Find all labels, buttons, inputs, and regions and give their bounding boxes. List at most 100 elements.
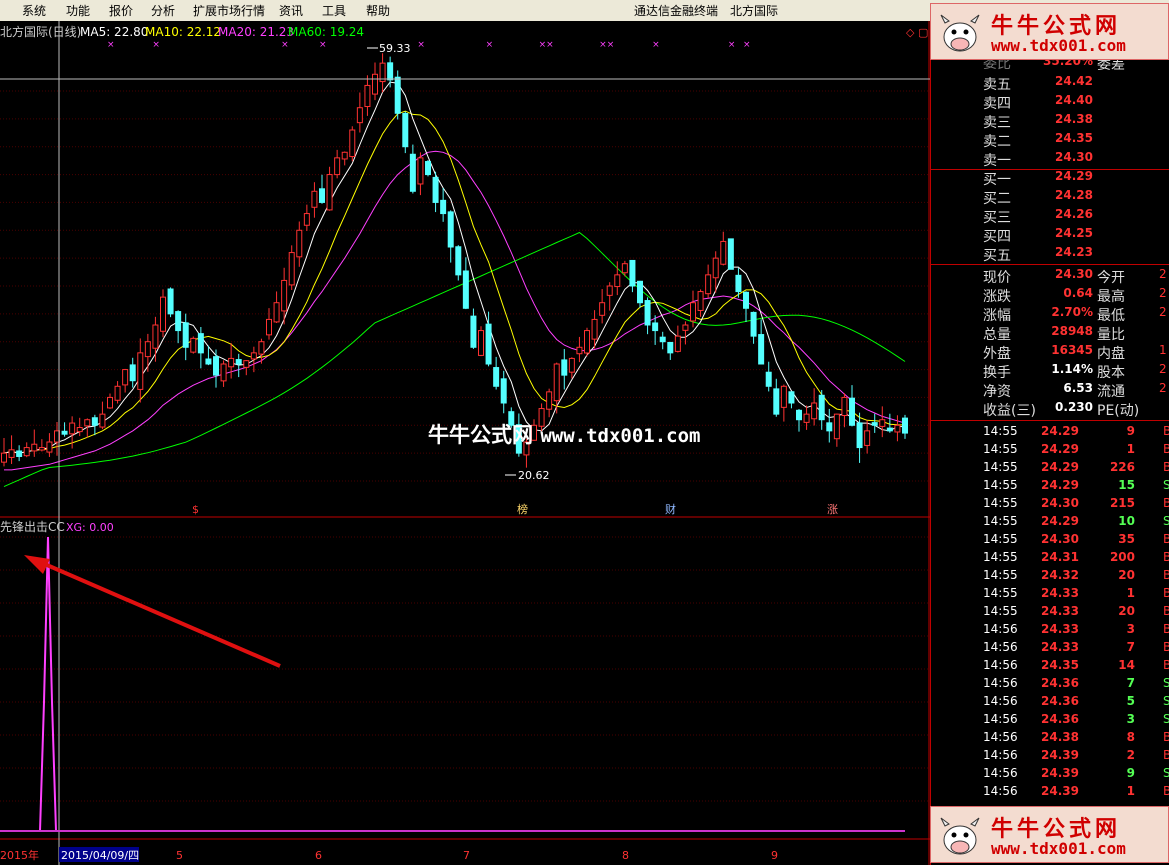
candle-body — [182, 322, 189, 348]
candle-body — [553, 363, 560, 402]
trade-time: 14:55 — [983, 568, 1018, 582]
trade-time: 14:56 — [983, 748, 1018, 762]
candle-body — [394, 76, 401, 114]
candle-body — [818, 394, 825, 421]
candle-body — [864, 430, 871, 446]
cow-logo-icon — [940, 14, 980, 52]
candle-body — [409, 153, 416, 192]
candle-body — [91, 417, 98, 426]
candle-body — [160, 296, 166, 332]
candle-body — [561, 359, 568, 376]
menu-item-analysis[interactable]: 分析 — [151, 2, 175, 19]
trade-time: 14:56 — [983, 712, 1018, 726]
menu-item-extended-market[interactable]: 扩展市场行情 — [193, 2, 265, 19]
candle-body — [372, 73, 378, 95]
trade-volume: 1 — [1126, 442, 1135, 456]
trade-volume: 20 — [1118, 604, 1135, 618]
ask-row: 卖三 24.38 — [931, 111, 1169, 131]
candle-body — [349, 129, 356, 158]
candle-body — [697, 291, 704, 311]
menu-item-quote[interactable]: 报价 — [109, 2, 133, 19]
candle-body — [205, 358, 212, 365]
trade-volume: 1 — [1126, 784, 1135, 798]
trade-flag: B — [1163, 568, 1169, 582]
trade-flag: B — [1163, 622, 1169, 636]
ma10-label: MA10: 22.12 — [145, 25, 221, 39]
menu-item-system[interactable]: 系统 — [22, 2, 46, 19]
menu-item-news[interactable]: 资讯 — [279, 2, 303, 19]
candle-body — [122, 369, 129, 386]
candle-body — [773, 388, 780, 415]
trade-time: 14:55 — [983, 460, 1018, 474]
candle-body — [644, 300, 651, 326]
signal-x-marker: × — [319, 40, 327, 50]
candle-body — [447, 211, 454, 248]
trade-flag: B — [1163, 586, 1169, 600]
trade-row: 14:56 24.39 1 B — [931, 782, 1169, 801]
bid-row: 买一 24.29 — [931, 168, 1169, 188]
trade-price: 24.29 — [1041, 460, 1079, 474]
menu-item-help[interactable]: 帮助 — [366, 2, 390, 19]
signal-x-marker: × — [546, 40, 554, 50]
trade-volume: 3 — [1126, 622, 1135, 636]
candle-body — [849, 397, 855, 426]
candle-body — [107, 396, 113, 409]
candle-body — [356, 107, 363, 124]
trade-flag: B — [1163, 658, 1169, 672]
candle-body — [76, 427, 83, 433]
stat-label: 现价 — [983, 270, 1011, 286]
stat-row: 外盘 16345 内盘 1 — [931, 342, 1169, 362]
candle-body — [417, 157, 424, 185]
trade-flag: B — [1163, 532, 1169, 546]
ask-label: 卖四 — [983, 96, 1011, 112]
watermark-text: 牛牛公式网 www.tdx001.com — [428, 423, 701, 447]
stat-label: 外盘 — [983, 346, 1011, 362]
trade-row: 14:56 24.36 5 S — [931, 692, 1169, 711]
trade-row: 14:55 24.29 1 B — [931, 440, 1169, 459]
trade-row: 14:56 24.33 7 B — [931, 638, 1169, 657]
menu-item-function[interactable]: 功能 — [66, 2, 90, 19]
event-mark-dollar[interactable]: $ — [192, 503, 199, 516]
trade-row: 14:55 24.33 20 B — [931, 602, 1169, 621]
collapse-icon[interactable]: ◇ ▢ — [906, 26, 928, 39]
trade-flag: B — [1163, 424, 1169, 438]
bid-price: 24.29 — [1055, 169, 1093, 183]
signal-x-marker: × — [599, 40, 607, 50]
stat-row: 涨幅 2.70% 最低 2 — [931, 304, 1169, 324]
candle-body — [341, 151, 348, 160]
trade-time: 14:55 — [983, 424, 1018, 438]
trade-time: 14:56 — [983, 766, 1018, 780]
candle-body — [432, 176, 439, 203]
axis-month-8: 8 — [622, 849, 629, 862]
trade-volume: 1 — [1126, 586, 1135, 600]
event-mark-finance[interactable]: 财 — [665, 502, 676, 516]
bid-label: 买一 — [983, 172, 1011, 188]
stat-label: 涨幅 — [983, 308, 1011, 324]
candle-body — [788, 391, 795, 404]
candle-body — [811, 402, 818, 420]
event-mark-list[interactable]: 榜 — [517, 502, 528, 516]
candle-body — [591, 318, 598, 340]
stat-right-label: PE(动) — [1097, 403, 1140, 419]
event-mark-limit-up[interactable]: 涨 — [827, 503, 838, 516]
trade-time: 14:55 — [983, 442, 1018, 456]
candle-body — [735, 274, 742, 293]
trade-row: 14:55 24.29 226 B — [931, 458, 1169, 477]
candle-body — [886, 427, 893, 432]
trade-time: 14:55 — [983, 550, 1018, 564]
candle-body — [99, 413, 106, 428]
trade-row: 14:55 24.32 20 B — [931, 566, 1169, 585]
trade-flag: B — [1163, 604, 1169, 618]
trade-price: 24.33 — [1041, 640, 1079, 654]
ask-label: 卖二 — [983, 134, 1011, 150]
candle-body — [319, 188, 325, 203]
high-price-label: 59.33 — [379, 42, 411, 55]
trade-row: 14:55 24.31 200 B — [931, 548, 1169, 567]
bid-label: 买二 — [983, 191, 1011, 207]
candle-body — [243, 360, 250, 368]
signal-x-marker: × — [728, 40, 736, 50]
bid-price: 24.23 — [1055, 245, 1093, 259]
trade-price: 24.29 — [1041, 442, 1079, 456]
candle-body — [667, 341, 674, 354]
menu-item-tools[interactable]: 工具 — [322, 2, 346, 19]
